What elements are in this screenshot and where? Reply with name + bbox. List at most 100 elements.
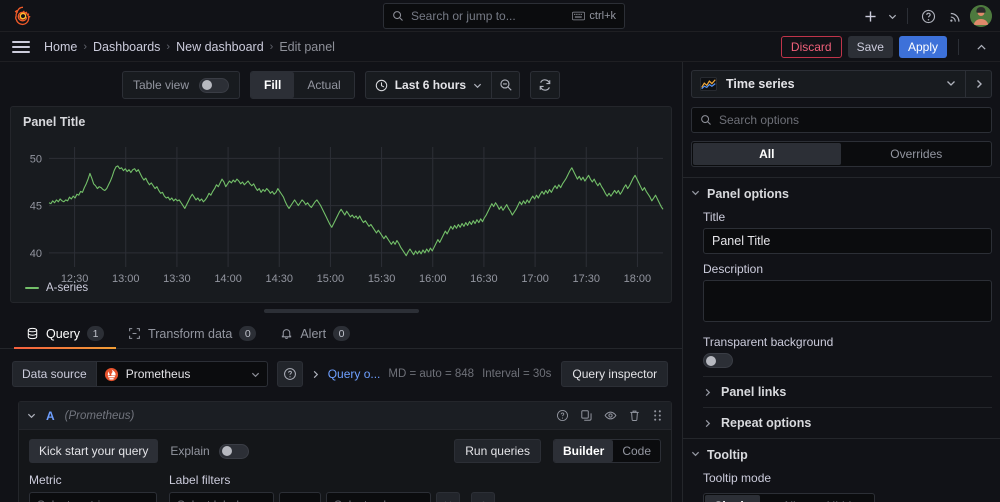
breadcrumb-item-dashboards[interactable]: Dashboards <box>93 40 160 54</box>
global-search-input[interactable]: Search or jump to... ctrl+k <box>383 3 625 29</box>
time-range-picker[interactable]: Last 6 hours <box>366 72 491 98</box>
clock-icon <box>375 79 388 92</box>
datasource-label: Data source <box>12 361 96 387</box>
zoom-out-icon[interactable] <box>491 72 519 98</box>
operator-value: = <box>290 498 297 502</box>
svg-text:16:30: 16:30 <box>470 273 498 285</box>
datasource-help-icon[interactable] <box>277 361 303 387</box>
builder-mode-button[interactable]: Builder <box>554 440 613 462</box>
time-series-plot[interactable]: 40455012:3013:0013:3014:0014:3015:0015:3… <box>11 133 671 303</box>
metric-select[interactable]: Select metric ⌄ <box>29 492 157 502</box>
breadcrumb-item-home[interactable]: Home <box>44 40 77 54</box>
all-options-tab[interactable]: All <box>693 143 841 165</box>
discard-button[interactable]: Discard <box>781 36 842 58</box>
label-placeholder: Select label <box>177 498 252 502</box>
edit-panel-body: Table view Fill Actual Last 6 hours <box>0 62 1000 502</box>
time-range-label: Last 6 hours <box>395 78 466 92</box>
breadcrumb: Home › Dashboards › New dashboard › Edit… <box>44 40 335 54</box>
transparent-background-label: Transparent background <box>703 335 992 349</box>
chevron-down-icon[interactable] <box>27 411 36 420</box>
tooltip-label: Tooltip <box>707 448 748 462</box>
save-button[interactable]: Save <box>848 36 893 58</box>
chevron-right-icon[interactable] <box>965 71 991 97</box>
panel-title-input[interactable] <box>703 228 992 254</box>
apply-button[interactable]: Apply <box>899 36 947 58</box>
chevron-down-icon[interactable] <box>885 4 899 28</box>
panel-options-header[interactable]: Panel options <box>683 178 1000 206</box>
svg-text:13:30: 13:30 <box>163 273 191 285</box>
plus-icon[interactable] <box>471 492 495 502</box>
explain-switch[interactable] <box>219 444 249 459</box>
time-series-icon <box>700 77 717 91</box>
repeat-options-row[interactable]: Repeat options <box>703 407 992 438</box>
panel-title[interactable]: Panel Title <box>11 107 671 129</box>
user-avatar[interactable] <box>970 5 992 27</box>
explain-toggle-group: Explain <box>170 444 248 459</box>
label-filter-row: Select label ⌄ = ⌄ Select value ⌄ <box>169 492 495 502</box>
label-name-select[interactable]: Select label ⌄ <box>169 492 274 502</box>
panel-description-textarea[interactable] <box>703 280 992 322</box>
panel-edit-actions: Discard Save Apply <box>781 32 992 62</box>
tooltip-mode-hidden[interactable]: Hidden <box>818 495 873 502</box>
label-value-select[interactable]: Select value ⌄ <box>326 492 431 502</box>
pane-resize-handle[interactable] <box>264 309 419 313</box>
query-inspector-button[interactable]: Query inspector <box>561 361 668 387</box>
query-options-toggle[interactable]: Query o... MD = auto = 848 Interval = 30… <box>311 367 552 381</box>
fill-actual-segment: Fill Actual <box>250 71 355 99</box>
chevron-down-icon[interactable] <box>937 78 965 91</box>
tooltip-mode-all[interactable]: All <box>762 495 817 502</box>
editor-tabs: Query 1 Transform data 0 <box>0 319 682 349</box>
visualization-picker-button[interactable]: Time series <box>692 77 937 91</box>
code-mode-button[interactable]: Code <box>613 440 660 462</box>
tab-query[interactable]: Query 1 <box>14 326 116 348</box>
label-filters-field: Label filters Select label ⌄ = ⌄ <box>169 473 495 502</box>
visualization-name: Time series <box>726 77 795 91</box>
close-icon[interactable] <box>436 492 460 502</box>
transparent-background-switch[interactable] <box>703 353 733 368</box>
kick-start-query-button[interactable]: Kick start your query <box>29 439 158 463</box>
datasource-picker[interactable]: Prometheus <box>96 361 268 387</box>
drag-handle-icon[interactable] <box>652 409 663 422</box>
tooltip-mode-single[interactable]: Single <box>705 495 760 502</box>
search-shortcut: ctrl+k <box>572 10 616 22</box>
table-view-switch[interactable] <box>199 78 229 93</box>
breadcrumb-separator: › <box>83 41 87 53</box>
run-queries-button[interactable]: Run queries <box>454 439 541 463</box>
duplicate-icon[interactable] <box>580 409 593 422</box>
svg-text:15:30: 15:30 <box>368 273 396 285</box>
tab-query-label: Query <box>46 327 80 341</box>
divider <box>958 39 959 55</box>
news-rss-icon[interactable] <box>943 4 967 28</box>
options-search-placeholder: Search options <box>719 113 799 127</box>
grafana-logo-icon[interactable] <box>0 6 46 26</box>
add-new-button[interactable] <box>858 4 882 28</box>
grafana-edit-panel-app: Search or jump to... ctrl+k <box>0 0 1000 502</box>
legend-label[interactable]: A-series <box>46 282 88 294</box>
chevron-up-icon[interactable] <box>970 36 992 58</box>
hamburger-menu-icon[interactable] <box>12 41 30 53</box>
eye-icon[interactable] <box>604 409 617 422</box>
help-icon[interactable] <box>916 4 940 28</box>
tooltip-header[interactable]: Tooltip <box>683 439 1000 467</box>
panel-title-field: Title <box>683 206 1000 254</box>
overrides-tab[interactable]: Overrides <box>843 143 991 165</box>
metric-and-label-filters: Metric Select metric ⌄ Label filters Sel… <box>19 463 671 502</box>
help-circle-icon[interactable] <box>556 409 569 422</box>
breadcrumb-item-new-dashboard[interactable]: New dashboard <box>176 40 264 54</box>
query-ref-id[interactable]: A <box>46 409 55 423</box>
metric-label: Metric <box>29 473 157 487</box>
svg-text:17:30: 17:30 <box>572 273 600 285</box>
query-options-label: Query o... <box>328 367 381 381</box>
panel-links-label: Panel links <box>721 385 786 399</box>
refresh-icon[interactable] <box>530 71 560 99</box>
options-search-input[interactable]: Search options <box>691 107 992 133</box>
label-operator-select[interactable]: = ⌄ <box>279 492 321 502</box>
panel-links-row[interactable]: Panel links <box>703 376 992 407</box>
svg-text:14:00: 14:00 <box>214 273 242 285</box>
tab-transform-data[interactable]: Transform data 0 <box>116 326 268 348</box>
fill-button[interactable]: Fill <box>251 72 294 98</box>
actual-button[interactable]: Actual <box>294 72 353 98</box>
trash-icon[interactable] <box>628 409 641 422</box>
tab-alert[interactable]: Alert 0 <box>268 326 362 348</box>
search-placeholder: Search or jump to... <box>411 9 565 23</box>
